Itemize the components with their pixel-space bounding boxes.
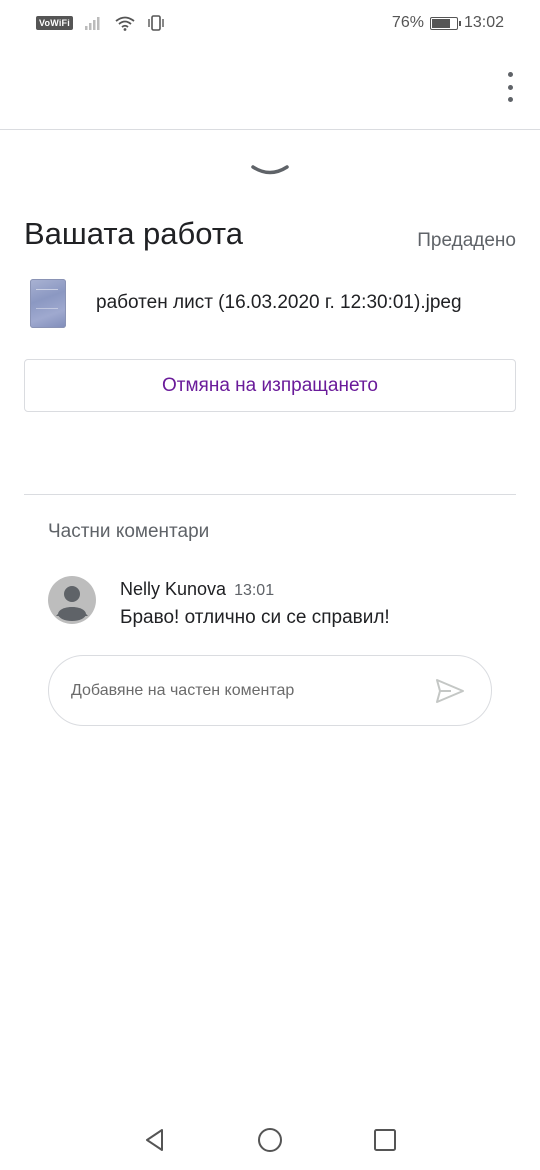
square-recents-icon[interactable] bbox=[371, 1126, 399, 1154]
circle-home-icon[interactable] bbox=[256, 1126, 284, 1154]
comment-input-box bbox=[48, 655, 492, 726]
comment-item: Nelly Kunova 13:01 Браво! отлично си се с… bbox=[48, 576, 508, 636]
signal-icon bbox=[84, 17, 100, 30]
send-icon[interactable] bbox=[435, 678, 465, 704]
status-bar: VoWiFi 76% 13:02 bbox=[0, 0, 540, 46]
divider bbox=[24, 494, 516, 495]
battery-fill bbox=[431, 18, 451, 28]
private-comment-input[interactable] bbox=[71, 676, 411, 706]
clock: 13:02 bbox=[463, 14, 504, 31]
chevron-down-icon[interactable] bbox=[250, 162, 290, 180]
private-comments-heading: Частни коментари bbox=[48, 521, 210, 542]
system-nav-bar bbox=[0, 1110, 540, 1170]
top-app-bar bbox=[0, 46, 540, 130]
wifi-icon bbox=[115, 16, 135, 31]
submission-status: Предадено bbox=[417, 230, 516, 251]
person-avatar-icon bbox=[48, 576, 96, 624]
battery-icon bbox=[429, 16, 461, 30]
attachment-name: работен лист (16.03.2020 г. 12:30:01).jp… bbox=[96, 292, 462, 313]
status-left: VoWiFi bbox=[36, 15, 165, 31]
more-vert-icon[interactable] bbox=[502, 72, 518, 102]
screen: VoWiFi 76% 13:02 Вашата работа Предадено… bbox=[0, 0, 540, 1170]
unsubmit-button[interactable]: Отмяна на изпращането bbox=[24, 359, 516, 412]
vowifi-badge: VoWiFi bbox=[36, 16, 73, 30]
battery-percent: 76% bbox=[391, 14, 424, 31]
comment-time: 13:01 bbox=[234, 582, 275, 599]
status-right: 76% 13:02 bbox=[392, 14, 504, 32]
vibrate-icon bbox=[148, 15, 164, 31]
comment-text: Браво! отлично си се справил! bbox=[120, 607, 390, 628]
attachment-item[interactable]: работен лист (16.03.2020 г. 12:30:01).jp… bbox=[30, 277, 510, 329]
image-thumbnail bbox=[30, 278, 66, 328]
triangle-back-icon[interactable] bbox=[141, 1126, 169, 1154]
comment-author: Nelly Kunova bbox=[120, 579, 227, 599]
comment-author-line: Nelly Kunova 13:01 bbox=[120, 579, 274, 600]
your-work-title: Вашата работа bbox=[24, 216, 243, 251]
